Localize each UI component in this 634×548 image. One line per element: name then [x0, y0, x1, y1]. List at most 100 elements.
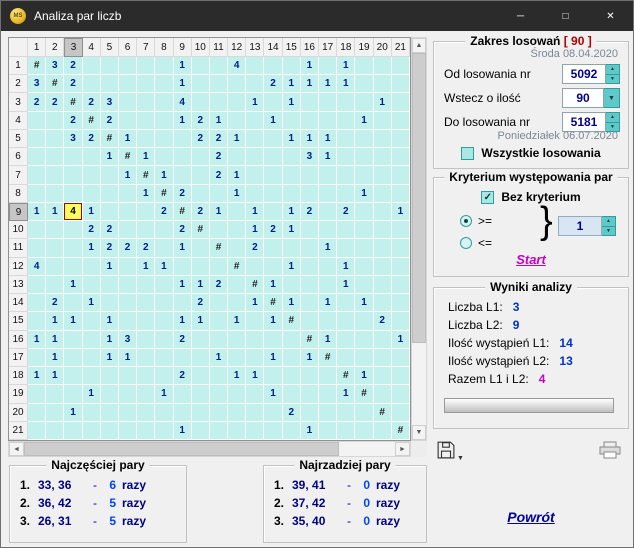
grid-cell[interactable]: 1 — [319, 294, 337, 312]
grid-cell[interactable] — [28, 422, 46, 440]
grid-cell[interactable]: 1 — [137, 185, 155, 203]
save-button[interactable] — [437, 441, 455, 464]
wszystkie-losowania-checkbox[interactable] — [461, 147, 474, 160]
grid-cell[interactable] — [228, 93, 246, 111]
grid-cell[interactable]: 1 — [283, 93, 301, 111]
grid-cell[interactable] — [155, 75, 173, 93]
hscroll-track[interactable] — [24, 442, 395, 456]
grid-cell[interactable] — [264, 203, 282, 221]
grid-cell[interactable] — [355, 422, 373, 440]
grid-cell[interactable] — [283, 367, 301, 385]
grid-cell[interactable] — [392, 385, 410, 403]
grid-cell[interactable]: 1 — [301, 75, 319, 93]
grid-cell[interactable] — [228, 294, 246, 312]
grid-cell[interactable] — [101, 203, 119, 221]
grid-cell[interactable] — [137, 57, 155, 75]
grid-cell[interactable] — [283, 239, 301, 257]
grid-cell[interactable]: # — [210, 239, 228, 257]
col-header[interactable]: 11 — [210, 38, 228, 57]
grid-cell[interactable] — [64, 239, 82, 257]
grid-cell[interactable] — [192, 258, 210, 276]
grid-cell[interactable]: 3 — [119, 331, 137, 349]
grid-cell[interactable] — [264, 367, 282, 385]
grid-cell[interactable]: 2 — [301, 203, 319, 221]
grid-cell[interactable] — [319, 93, 337, 111]
grid-cell[interactable] — [337, 312, 355, 330]
grid-cell[interactable]: 1 — [337, 75, 355, 93]
grid-cell[interactable] — [374, 166, 392, 184]
grid-cell[interactable] — [319, 203, 337, 221]
grid-cell[interactable] — [264, 239, 282, 257]
grid-cell[interactable] — [392, 294, 410, 312]
grid-cell[interactable]: # — [174, 203, 192, 221]
grid-cell[interactable] — [101, 276, 119, 294]
grid-cell[interactable] — [355, 57, 373, 75]
grid-cell[interactable] — [155, 294, 173, 312]
grid-cell[interactable] — [174, 130, 192, 148]
grid-cell[interactable] — [174, 148, 192, 166]
grid-cell[interactable]: 3 — [64, 130, 82, 148]
grid-cell[interactable] — [337, 221, 355, 239]
grid-cell[interactable] — [83, 57, 101, 75]
grid-cell[interactable]: 3 — [46, 57, 64, 75]
grid-cell[interactable] — [64, 367, 82, 385]
grid-cell[interactable] — [355, 331, 373, 349]
col-header[interactable]: 6 — [119, 38, 137, 57]
grid-cell[interactable] — [46, 166, 64, 184]
grid-cell[interactable] — [28, 312, 46, 330]
grid-cell[interactable] — [319, 422, 337, 440]
grid-cell[interactable] — [355, 404, 373, 422]
grid-cell[interactable]: 1 — [64, 312, 82, 330]
grid-cell[interactable]: 1 — [210, 203, 228, 221]
od-spin-down-icon[interactable]: ▼ — [606, 74, 619, 84]
grid-cell[interactable]: 1 — [283, 130, 301, 148]
grid-cell[interactable] — [246, 258, 264, 276]
grid-cell[interactable]: 1 — [228, 367, 246, 385]
grid-cell[interactable] — [137, 75, 155, 93]
grid-cell[interactable]: 1 — [319, 75, 337, 93]
grid-cell[interactable]: 2 — [192, 203, 210, 221]
grid-cell[interactable]: 2 — [64, 112, 82, 130]
grid-cell[interactable]: 1 — [283, 203, 301, 221]
grid-cell[interactable] — [246, 404, 264, 422]
grid-cell[interactable]: 3 — [301, 148, 319, 166]
horizontal-scrollbar[interactable]: ◄ ► — [8, 441, 411, 457]
grid-cell[interactable] — [301, 93, 319, 111]
grid-cell[interactable] — [28, 239, 46, 257]
grid-cell[interactable]: 2 — [155, 203, 173, 221]
grid-cell[interactable]: 2 — [64, 57, 82, 75]
grid-cell[interactable] — [137, 276, 155, 294]
grid-cell[interactable] — [101, 422, 119, 440]
grid-cell[interactable] — [392, 148, 410, 166]
grid-cell[interactable] — [228, 239, 246, 257]
col-header[interactable]: 1 — [28, 38, 46, 57]
grid-cell[interactable] — [374, 239, 392, 257]
grid-cell[interactable] — [174, 404, 192, 422]
grid-cell[interactable] — [392, 57, 410, 75]
grid-cell[interactable]: 2 — [64, 75, 82, 93]
grid-cell[interactable] — [392, 312, 410, 330]
col-header[interactable]: 21 — [392, 38, 410, 57]
grid-cell[interactable]: 1 — [83, 203, 101, 221]
grid-cell[interactable] — [301, 294, 319, 312]
grid-cell[interactable] — [337, 148, 355, 166]
grid-cell[interactable]: 2 — [119, 239, 137, 257]
grid-cell[interactable] — [119, 276, 137, 294]
grid-cell[interactable]: 2 — [192, 130, 210, 148]
grid-cell[interactable] — [137, 93, 155, 111]
grid-cell[interactable]: 1 — [137, 258, 155, 276]
grid-cell[interactable] — [337, 404, 355, 422]
grid-cell[interactable]: 1 — [355, 112, 373, 130]
grid-cell[interactable] — [192, 404, 210, 422]
grid-cell[interactable]: 2 — [101, 112, 119, 130]
grid-cell[interactable] — [374, 57, 392, 75]
grid-cell[interactable] — [319, 166, 337, 184]
wstecz-combobox[interactable]: 90 — [562, 88, 604, 108]
grid-cell[interactable] — [392, 166, 410, 184]
grid-cell[interactable]: 1 — [319, 331, 337, 349]
col-header[interactable]: 2 — [46, 38, 64, 57]
grid-cell[interactable]: 1 — [264, 385, 282, 403]
grid-cell[interactable] — [392, 221, 410, 239]
grid-cell[interactable]: 1 — [246, 221, 264, 239]
grid-cell[interactable]: 1 — [264, 349, 282, 367]
